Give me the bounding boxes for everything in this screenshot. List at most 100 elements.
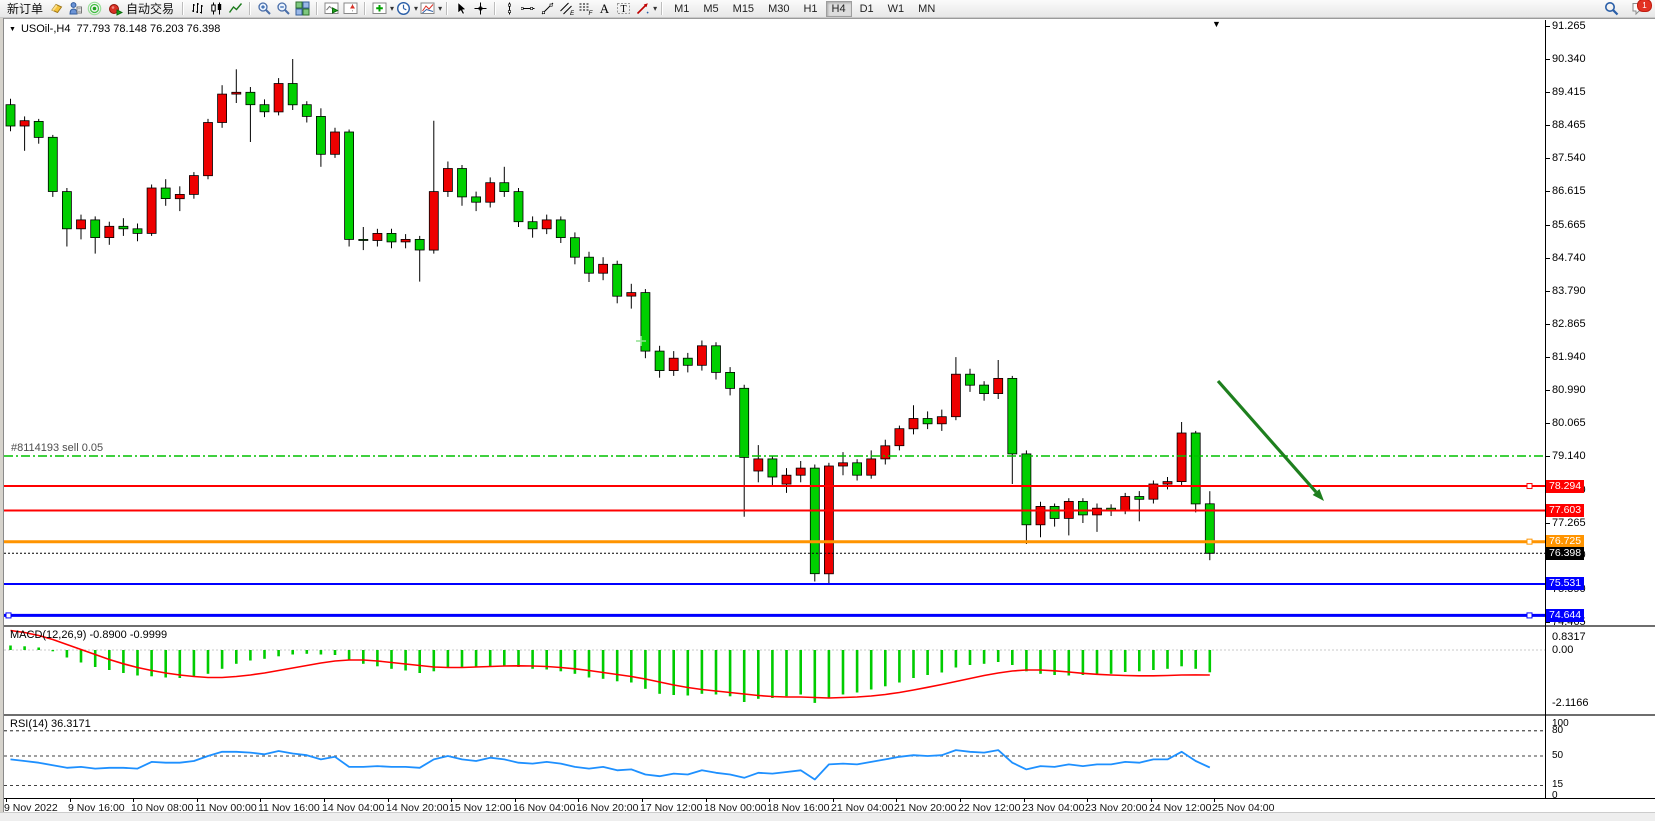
line-chart-icon[interactable] bbox=[226, 1, 245, 17]
rsi-axis-label: 15 bbox=[1552, 779, 1563, 790]
timeframe-mn[interactable]: MN bbox=[912, 1, 941, 17]
price-tick bbox=[1546, 423, 1550, 424]
rsi-axis-label: 0 bbox=[1552, 790, 1558, 801]
chart-symbol-period: USOil-,H4 bbox=[21, 23, 71, 35]
candlestick-chart-icon[interactable] bbox=[207, 1, 226, 17]
tile-windows-icon[interactable] bbox=[293, 1, 312, 17]
svg-text:F: F bbox=[589, 10, 594, 16]
timeframe-w1[interactable]: W1 bbox=[882, 1, 911, 17]
auto-scroll-icon[interactable] bbox=[322, 1, 341, 17]
timeframe-m30[interactable]: M30 bbox=[762, 1, 795, 17]
cursor-icon[interactable] bbox=[452, 1, 471, 17]
toolbar: 新订单自动交易▾▾▾EFAT▾ M1M5M15M30H1H4D1W1MN 1 bbox=[0, 0, 1655, 18]
price-tick bbox=[1546, 258, 1550, 259]
arrows-icon[interactable] bbox=[633, 1, 652, 17]
price-tick bbox=[1546, 26, 1550, 27]
resistance-line-1-badge: 78.294 bbox=[1546, 480, 1584, 493]
status-bar bbox=[0, 812, 1655, 821]
channel-icon[interactable]: E bbox=[557, 1, 576, 17]
horizontal-line-icon[interactable] bbox=[519, 1, 538, 17]
toolbar-items: 新订单自动交易▾▾▾EFAT▾ bbox=[3, 0, 667, 18]
price-tick bbox=[1546, 523, 1550, 524]
rsi-indicator-plot[interactable] bbox=[4, 716, 1545, 798]
svg-text:T: T bbox=[621, 4, 627, 15]
price-tick bbox=[1546, 191, 1550, 192]
periods-icon[interactable] bbox=[394, 1, 413, 17]
notification-badge: 1 bbox=[1637, 0, 1652, 12]
support-line-2-badge: 74.644 bbox=[1546, 609, 1584, 622]
price-axis-border bbox=[1545, 20, 1546, 798]
notifications-button[interactable]: 1 bbox=[1629, 1, 1649, 17]
signals-icon[interactable] bbox=[85, 1, 104, 17]
autotrading-button[interactable]: 自动交易 bbox=[104, 0, 178, 18]
arrows-dropdown-caret[interactable]: ▾ bbox=[653, 4, 657, 13]
search-icon[interactable] bbox=[1602, 1, 1621, 17]
price-tick bbox=[1546, 324, 1550, 325]
bar-chart-icon[interactable] bbox=[188, 1, 207, 17]
price-tick-label: 85.665 bbox=[1552, 219, 1586, 231]
chart-dropdown-icon[interactable]: ▼ bbox=[9, 26, 16, 33]
price-tick bbox=[1546, 92, 1550, 93]
price-tick-label: 84.740 bbox=[1552, 252, 1586, 264]
price-tick-label: 83.790 bbox=[1552, 285, 1586, 297]
price-tick-label: 90.340 bbox=[1552, 53, 1586, 65]
toolbar-separator bbox=[364, 2, 366, 15]
toolbar-separator bbox=[249, 2, 251, 15]
chart-ohlc-values: 77.793 78.148 76.203 76.398 bbox=[77, 23, 221, 35]
price-tick-label: 77.265 bbox=[1552, 517, 1586, 529]
metaeditor-icon[interactable] bbox=[66, 1, 85, 17]
zoom-in-icon[interactable] bbox=[255, 1, 274, 17]
templates-icon[interactable] bbox=[418, 1, 437, 17]
new-order-button[interactable]: 新订单 bbox=[3, 0, 47, 18]
autotrading-button-label: 自动交易 bbox=[126, 0, 174, 17]
bid-price-line-badge: 76.398 bbox=[1546, 547, 1584, 560]
open-order-label: #8114193 sell 0.05 bbox=[11, 442, 103, 454]
timeframe-h1[interactable]: H1 bbox=[797, 1, 823, 17]
timeframe-toolbar: M1M5M15M30H1H4D1W1MN bbox=[667, 0, 942, 18]
mt4-terminal: 新订单自动交易▾▾▾EFAT▾ M1M5M15M30H1H4D1W1MN 1 ▼… bbox=[0, 0, 1655, 821]
time-axis-border bbox=[4, 798, 1655, 799]
toolbar-right: 1 bbox=[1602, 1, 1655, 17]
price-tick-label: 81.940 bbox=[1552, 351, 1586, 363]
price-tick-label: 89.415 bbox=[1552, 86, 1586, 98]
macd-indicator-plot[interactable] bbox=[4, 627, 1545, 714]
crosshair-icon[interactable] bbox=[471, 1, 490, 17]
timeframe-m15[interactable]: M15 bbox=[727, 1, 760, 17]
toolbar-separator bbox=[316, 2, 318, 15]
gold-ingot-icon[interactable] bbox=[47, 1, 66, 17]
price-tick-label: 80.990 bbox=[1552, 384, 1586, 396]
trendline-icon[interactable] bbox=[538, 1, 557, 17]
chart-shift-icon[interactable] bbox=[341, 1, 360, 17]
text-icon[interactable]: A bbox=[595, 1, 614, 17]
chart-window-top-border bbox=[0, 18, 1655, 19]
timeframe-d1[interactable]: D1 bbox=[854, 1, 880, 17]
price-tick bbox=[1546, 390, 1550, 391]
templates-dropdown-caret[interactable]: ▾ bbox=[438, 4, 442, 13]
price-tick-label: 82.865 bbox=[1552, 318, 1586, 330]
fibonacci-icon[interactable]: F bbox=[576, 1, 595, 17]
main-chart-plot[interactable] bbox=[4, 20, 1545, 625]
timeframe-m5[interactable]: M5 bbox=[697, 1, 724, 17]
rsi-label: RSI(14) 36.3171 bbox=[10, 718, 91, 730]
price-tick bbox=[1546, 622, 1550, 623]
price-tick bbox=[1546, 456, 1550, 457]
svg-text:A: A bbox=[600, 1, 610, 16]
chart-shift-marker-icon[interactable]: ▼ bbox=[1212, 20, 1221, 29]
rsi-axis-label: 50 bbox=[1552, 750, 1563, 761]
zoom-out-icon[interactable] bbox=[274, 1, 293, 17]
toolbar-separator bbox=[446, 2, 448, 15]
macd-label: MACD(12,26,9) -0.8900 -0.9999 bbox=[10, 629, 167, 641]
timeframe-m1[interactable]: M1 bbox=[668, 1, 695, 17]
svg-text:E: E bbox=[570, 10, 574, 16]
text-label-icon[interactable]: T bbox=[614, 1, 633, 17]
macd-axis-label: 0.00 bbox=[1552, 644, 1573, 656]
timeframe-h4[interactable]: H4 bbox=[826, 1, 852, 17]
price-tick-label: 91.265 bbox=[1552, 20, 1586, 32]
pane-separator-rsi[interactable] bbox=[4, 714, 1655, 716]
rsi-axis-label: 80 bbox=[1552, 725, 1563, 736]
price-tick bbox=[1546, 225, 1550, 226]
pane-separator-macd[interactable] bbox=[4, 625, 1655, 627]
vertical-line-icon[interactable] bbox=[500, 1, 519, 17]
price-tick-label: 88.465 bbox=[1552, 119, 1586, 131]
indicators-icon[interactable] bbox=[370, 1, 389, 17]
